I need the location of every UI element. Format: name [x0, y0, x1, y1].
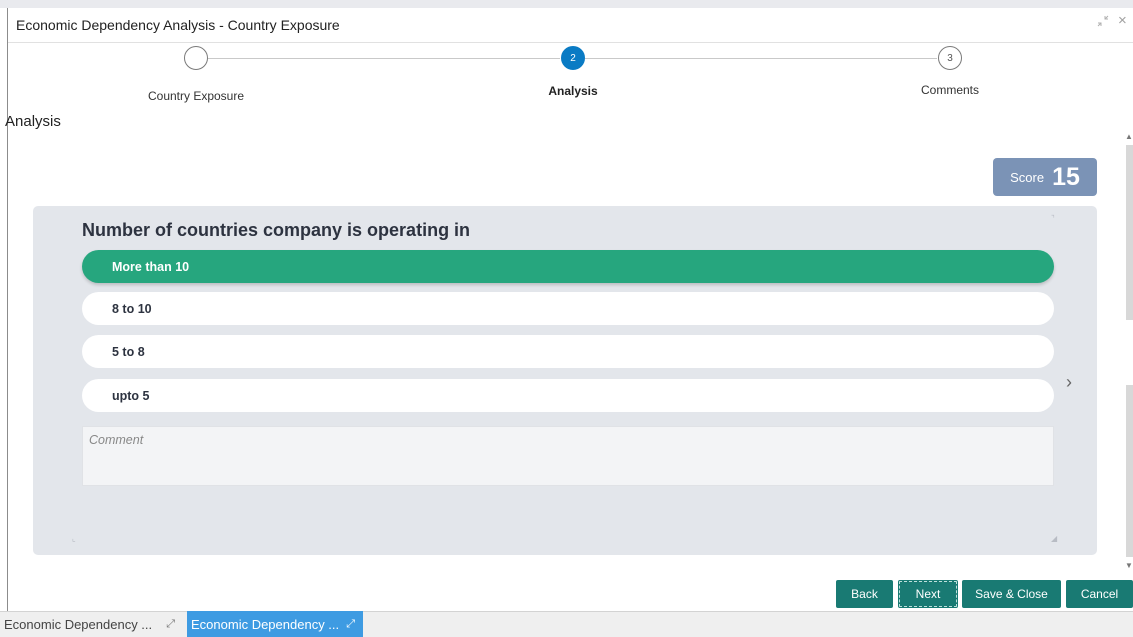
option-label: upto 5 [112, 388, 150, 403]
expand-icon[interactable]: ⤢ [346, 618, 355, 631]
app-window: Economic Dependency Analysis - Country E… [0, 0, 1133, 637]
step-2-label[interactable]: Analysis [548, 84, 597, 98]
card-corner-bottom-right: ◢ [1051, 534, 1058, 543]
cancel-button[interactable]: Cancel [1066, 580, 1133, 608]
score-value: 15 [1052, 162, 1080, 191]
option-label: 8 to 10 [112, 301, 152, 316]
scrollbar-thumb-lower[interactable] [1126, 385, 1133, 557]
taskbar-item-2[interactable]: Economic Dependency ... ⤢ [187, 611, 363, 637]
step-3-label[interactable]: Comments [921, 83, 979, 97]
score-label: Score [1010, 169, 1045, 185]
scroll-up-icon[interactable]: ▲ [1125, 132, 1133, 141]
comment-placeholder: Comment [89, 433, 144, 447]
section-title: Analysis [5, 113, 61, 130]
next-button[interactable]: Next [898, 580, 958, 608]
option-label: 5 to 8 [112, 344, 145, 359]
card-corner-bottom-left: ⌞ [72, 534, 76, 543]
question-text: Number of countries company is operating… [82, 220, 471, 240]
window-header: Economic Dependency Analysis - Country E… [8, 8, 1133, 43]
card-corner-top-right: ⌝ [1051, 214, 1055, 223]
option-upto-5[interactable]: upto 5 [82, 379, 1054, 412]
back-button[interactable]: Back [836, 580, 893, 608]
chevron-right-icon[interactable]: › [1066, 372, 1072, 393]
step-2-number: 2 [570, 52, 576, 64]
window-title: Economic Dependency Analysis - Country E… [16, 17, 340, 33]
taskbar-item-label: Economic Dependency ... [4, 616, 153, 632]
taskbar-item-1[interactable]: Economic Dependency ... ⤢ [0, 611, 183, 637]
minimize-arrows-icon[interactable] [1097, 15, 1109, 27]
expand-icon[interactable]: ⤢ [166, 618, 175, 631]
save-close-button[interactable]: Save & Close [962, 580, 1061, 608]
option-more-than-10[interactable]: More than 10 [82, 250, 1054, 283]
scroll-down-icon[interactable]: ▼ [1125, 561, 1133, 570]
stepper-line-2 [585, 58, 937, 59]
window-top-border [0, 0, 1133, 8]
step-1-circle[interactable] [184, 46, 208, 70]
score-badge: Score 15 [993, 158, 1097, 196]
comment-field[interactable]: Comment [82, 426, 1054, 486]
stepper-line-1 [208, 58, 560, 59]
option-5-to-8[interactable]: 5 to 8 [82, 335, 1054, 368]
step-2-circle[interactable]: 2 [561, 46, 585, 70]
window-left-border [7, 8, 8, 611]
scrollbar-thumb[interactable] [1126, 145, 1133, 320]
option-8-to-10[interactable]: 8 to 10 [82, 292, 1054, 325]
step-1-label[interactable]: Country Exposure [148, 89, 244, 103]
step-3-number: 3 [947, 52, 953, 64]
close-icon[interactable]: × [1118, 12, 1127, 29]
option-label: More than 10 [112, 259, 190, 274]
taskbar-item-label: Economic Dependency ... [191, 616, 340, 632]
step-3-circle[interactable]: 3 [938, 46, 962, 70]
